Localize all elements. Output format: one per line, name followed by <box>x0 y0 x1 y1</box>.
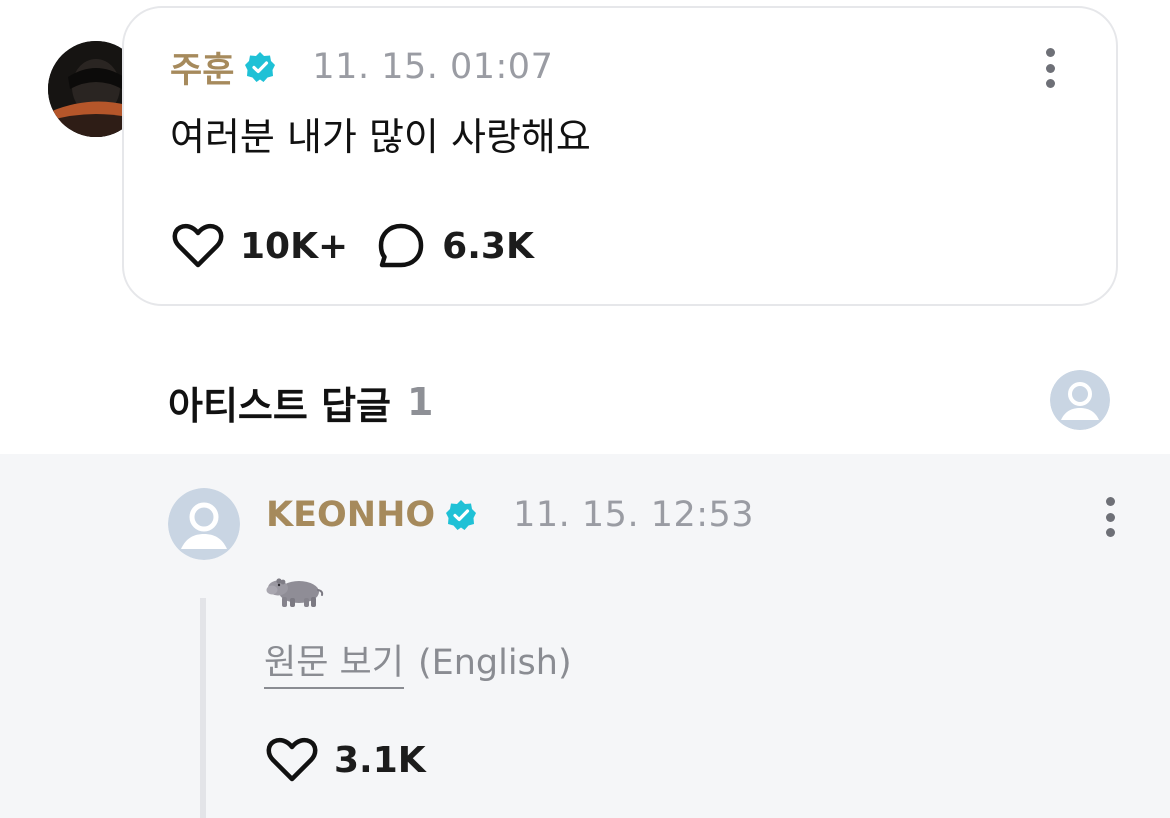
post-timestamp: 11. 15. 01:07 <box>312 47 554 87</box>
reply-more-options-icon[interactable] <box>1104 497 1116 537</box>
artist-replies-count: 1 <box>407 380 434 424</box>
post-author-row: 주훈 11. 15. 01:07 <box>170 42 553 92</box>
original-language-label: (English) <box>417 643 572 683</box>
reply-author-row: KEONHO 11. 15. 12:53 <box>266 490 754 540</box>
reply-like-count: 3.1K <box>334 739 426 781</box>
verified-badge-icon <box>245 52 276 82</box>
artist-reply: KEONHO 11. 15. 12:53 원문 보기 (English) 3.1… <box>0 454 1170 818</box>
reply-timestamp: 11. 15. 12:53 <box>513 495 755 535</box>
like-heart-icon[interactable] <box>266 736 318 784</box>
like-heart-icon[interactable] <box>172 222 224 270</box>
current-user-avatar[interactable] <box>1050 370 1110 430</box>
view-original-link[interactable]: 원문 보기 <box>264 634 404 689</box>
artist-replies-header: 아티스트 답글 1 <box>168 376 433 428</box>
post-author-name[interactable]: 주훈 <box>170 42 234 93</box>
artist-replies-title: 아티스트 답글 <box>168 383 391 428</box>
post-card: 주훈 11. 15. 01:07 여러분 내가 많이 사랑해요 10K+ 6.3… <box>122 6 1118 306</box>
post-like-count: 10K+ <box>240 225 349 267</box>
verified-badge-icon <box>446 500 477 530</box>
reply-action-row: 3.1K <box>266 732 426 788</box>
post-action-row: 10K+ 6.3K <box>172 218 534 274</box>
page: 주훈 11. 15. 01:07 여러분 내가 많이 사랑해요 10K+ 6.3… <box>0 0 1170 818</box>
reply-author-avatar[interactable] <box>168 488 240 560</box>
thread-line <box>200 598 206 818</box>
post-more-options-icon[interactable] <box>1044 48 1056 88</box>
reply-author-name[interactable]: KEONHO <box>266 495 435 535</box>
translate-row: 원문 보기 (English) <box>264 634 572 689</box>
post-text: 여러분 내가 많이 사랑해요 <box>170 115 591 159</box>
comment-bubble-icon[interactable] <box>376 221 426 271</box>
hippo-emoji-icon <box>266 578 324 607</box>
post-comment-count: 6.3K <box>442 225 534 267</box>
